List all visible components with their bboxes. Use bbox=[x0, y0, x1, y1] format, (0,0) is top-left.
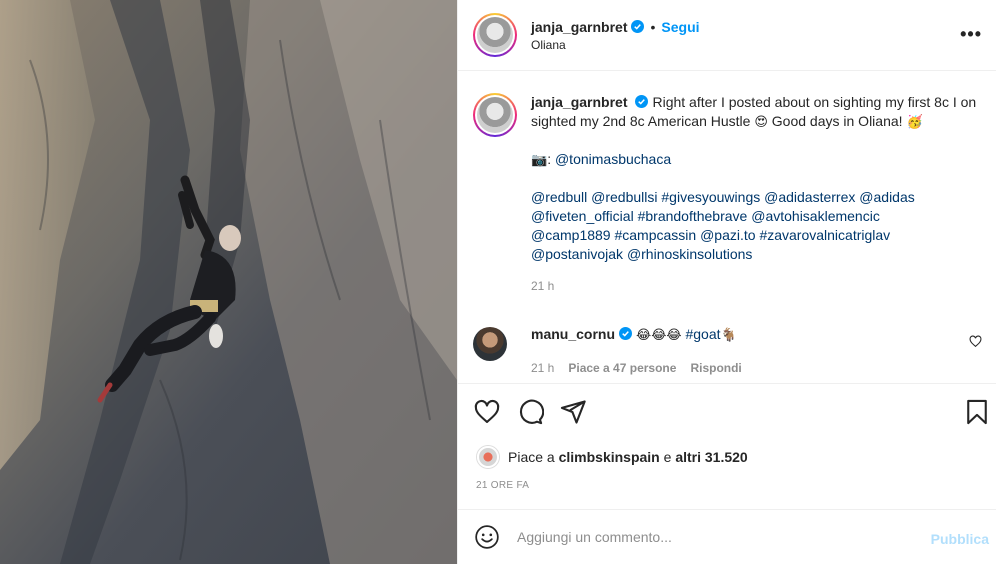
tag-link[interactable]: @redbullsi bbox=[591, 189, 657, 205]
comment-bubble-icon[interactable] bbox=[516, 398, 544, 426]
tag-link[interactable]: @camp1889 bbox=[531, 227, 611, 243]
caption-text-2: Good days in Oliana! bbox=[771, 113, 903, 129]
reply-button[interactable]: Rispondi bbox=[690, 359, 741, 378]
tag-link[interactable]: @avtohisaklemencic bbox=[751, 208, 880, 224]
likes-middle: e bbox=[663, 449, 672, 465]
tag-link[interactable]: @pazi.to bbox=[700, 227, 755, 243]
comment-hashtag[interactable]: #goat bbox=[685, 326, 720, 342]
comments-section[interactable]: janja_garnbret Right after I posted about… bbox=[458, 71, 996, 383]
tag-link[interactable]: @rhinoskinsolutions bbox=[627, 246, 753, 262]
commenter-username[interactable]: manu_cornu bbox=[531, 326, 615, 342]
laughing-emoji: 😂😂😂 bbox=[636, 328, 682, 343]
emoji-picker-icon[interactable] bbox=[474, 524, 500, 550]
verified-badge-icon bbox=[619, 327, 633, 340]
commenter-avatar[interactable] bbox=[473, 327, 507, 361]
tag-link[interactable]: #brandofthebrave bbox=[638, 208, 748, 224]
tag-link[interactable]: @adidasterrex bbox=[764, 189, 855, 205]
tag-link[interactable]: #givesyouwings bbox=[661, 189, 760, 205]
comment-input[interactable] bbox=[517, 529, 897, 545]
more-options-icon[interactable]: ••• bbox=[960, 24, 982, 45]
likes-summary: Piace a climbskinspain e altri 31.520 bbox=[477, 446, 748, 468]
post-header: janja_garnbret • Segui Oliana ••• bbox=[458, 0, 996, 71]
goat-emoji: 🐐 bbox=[720, 328, 737, 343]
follow-button[interactable]: Segui bbox=[661, 19, 699, 35]
post-actions: Piace a climbskinspain e altri 31.520 21… bbox=[458, 383, 996, 509]
post-photo[interactable] bbox=[0, 0, 457, 564]
photo-credit-colon: : bbox=[547, 151, 552, 167]
heart-eyes-emoji: 😍 bbox=[754, 115, 768, 130]
comment-like-heart-icon[interactable] bbox=[969, 335, 982, 348]
separator-dot: • bbox=[650, 18, 656, 35]
save-bookmark-icon[interactable] bbox=[963, 398, 991, 426]
tag-link[interactable]: @adidas bbox=[859, 189, 914, 205]
author-username[interactable]: janja_garnbret bbox=[531, 19, 627, 35]
caption-author-avatar bbox=[477, 97, 513, 133]
photo-credit: 📷: @tonimasbuchaca bbox=[531, 150, 996, 170]
author-avatar-story-ring[interactable] bbox=[473, 13, 517, 57]
climber-photo-image bbox=[0, 0, 457, 564]
post-side-panel: janja_garnbret • Segui Oliana ••• janja_… bbox=[457, 0, 996, 564]
likes-prefix: Piace a bbox=[508, 449, 555, 465]
post-location[interactable]: Oliana bbox=[531, 38, 700, 52]
tag-link[interactable]: #campcassin bbox=[614, 227, 696, 243]
likes-others-count[interactable]: altri 31.520 bbox=[675, 449, 747, 465]
liker-avatar[interactable] bbox=[477, 446, 499, 468]
add-comment-bar: Pubblica bbox=[458, 509, 996, 564]
tag-link[interactable]: #zavarovalnicatriglav bbox=[759, 227, 890, 243]
post-caption: janja_garnbret Right after I posted about… bbox=[473, 93, 996, 296]
likes-user[interactable]: climbskinspain bbox=[559, 449, 660, 465]
tag-link[interactable]: @postanivojak bbox=[531, 246, 623, 262]
tag-link[interactable]: @redbull bbox=[531, 189, 587, 205]
comment-likes[interactable]: Piace a 47 persone bbox=[568, 359, 676, 378]
like-heart-icon[interactable] bbox=[473, 398, 501, 426]
comment-time[interactable]: 21 h bbox=[531, 359, 554, 378]
tag-link[interactable]: @fiveten_official bbox=[531, 208, 634, 224]
comment-item: manu_cornu 😂😂😂 #goat🐐 21 h Piace a 47 per… bbox=[473, 325, 988, 378]
verified-badge-icon bbox=[631, 20, 645, 33]
photo-credit-link[interactable]: @tonimasbuchaca bbox=[555, 151, 671, 167]
caption-avatar-story-ring[interactable] bbox=[473, 93, 517, 137]
camera-emoji: 📷 bbox=[531, 153, 548, 168]
caption-username[interactable]: janja_garnbret bbox=[531, 94, 627, 110]
party-face-emoji: 🥳 bbox=[906, 115, 923, 130]
author-avatar bbox=[477, 17, 513, 53]
instagram-post-view: janja_garnbret • Segui Oliana ••• janja_… bbox=[0, 0, 996, 564]
verified-badge-icon bbox=[635, 95, 649, 108]
share-send-icon[interactable] bbox=[559, 398, 587, 426]
post-time-ago[interactable]: 21 ORE FA bbox=[476, 480, 529, 491]
caption-tags: @redbull @redbullsi #givesyouwings @adid… bbox=[531, 188, 996, 264]
caption-time[interactable]: 21 h bbox=[531, 277, 996, 296]
publish-button[interactable]: Pubblica bbox=[931, 531, 989, 547]
